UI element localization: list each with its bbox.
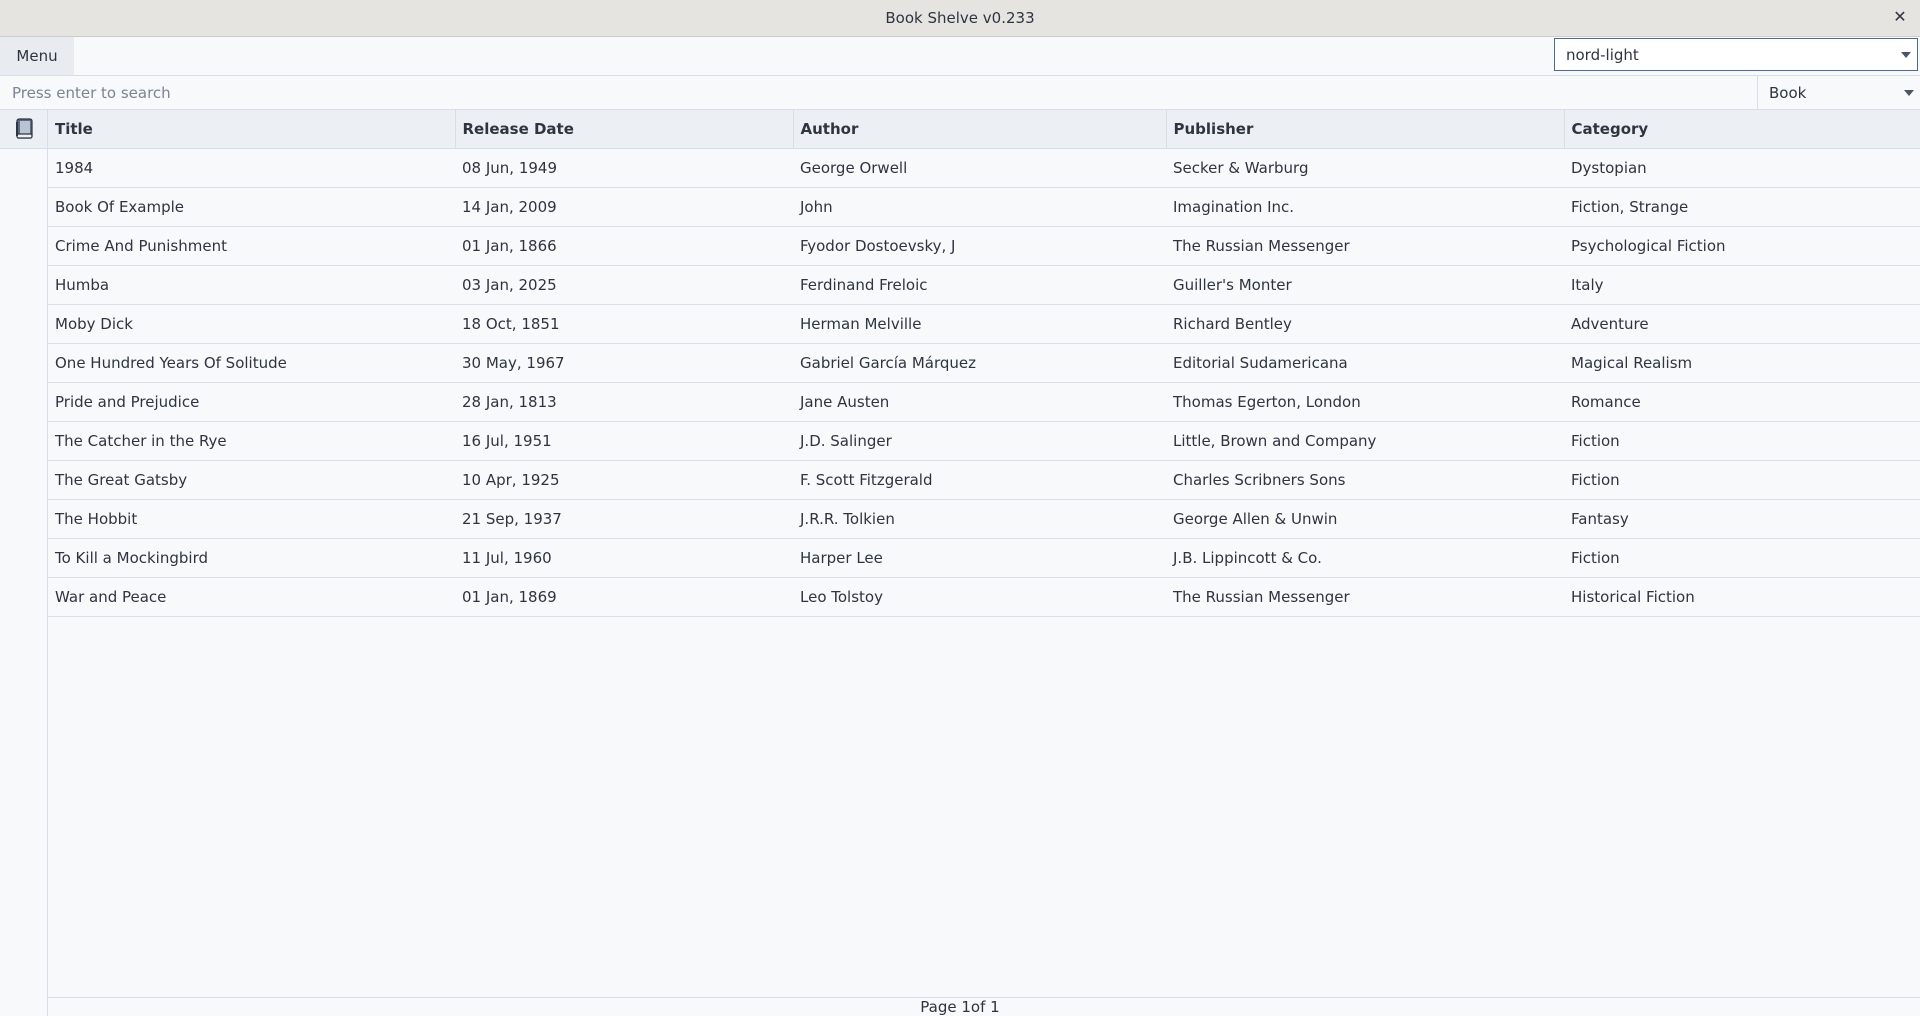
chevron-down-icon bbox=[1904, 89, 1914, 96]
title-bar: Book Shelve v0.233 ✕ bbox=[0, 0, 1920, 37]
menu-button[interactable]: Menu bbox=[0, 37, 74, 75]
cell-author: Gabriel García Márquez bbox=[793, 343, 1166, 383]
book-icon bbox=[15, 118, 33, 139]
books-table: Title Release Date Author Publisher Cate… bbox=[48, 110, 1920, 617]
table-row[interactable]: The Catcher in the Rye 16 Jul, 1951 J.D.… bbox=[48, 421, 1920, 461]
menu-bar: Menu nord-light bbox=[0, 37, 1920, 75]
column-header-category[interactable]: Category bbox=[1564, 110, 1920, 149]
cell-title: Pride and Prejudice bbox=[48, 382, 455, 422]
row-header-gutter bbox=[0, 110, 48, 1016]
table-row[interactable]: The Hobbit 21 Sep, 1937 J.R.R. Tolkien G… bbox=[48, 499, 1920, 539]
cell-category: Fiction, Strange bbox=[1564, 187, 1920, 227]
cell-category: Fiction bbox=[1564, 460, 1920, 500]
cell-release-date: 01 Jan, 1869 bbox=[455, 577, 793, 617]
cell-title: To Kill a Mockingbird bbox=[48, 538, 455, 578]
cell-author: Jane Austen bbox=[793, 382, 1166, 422]
cell-category: Romance bbox=[1564, 382, 1920, 422]
cell-publisher: The Russian Messenger bbox=[1166, 577, 1564, 617]
column-menu-button[interactable] bbox=[0, 110, 47, 149]
cell-title: One Hundred Years Of Solitude bbox=[48, 343, 455, 383]
cell-title: The Catcher in the Rye bbox=[48, 421, 455, 461]
cell-publisher: Little, Brown and Company bbox=[1166, 421, 1564, 461]
column-header-title[interactable]: Title bbox=[48, 110, 456, 149]
column-header-release-date[interactable]: Release Date bbox=[455, 110, 794, 149]
cell-author: J.R.R. Tolkien bbox=[793, 499, 1166, 539]
cell-author: Herman Melville bbox=[793, 304, 1166, 344]
table-row[interactable]: Crime And Punishment 01 Jan, 1866 Fyodor… bbox=[48, 226, 1920, 266]
cell-category: Fiction bbox=[1564, 538, 1920, 578]
cell-category: Italy bbox=[1564, 265, 1920, 305]
theme-select[interactable]: nord-light bbox=[1554, 38, 1918, 71]
cell-release-date: 21 Sep, 1937 bbox=[455, 499, 793, 539]
page-indicator: Page 1of 1 bbox=[920, 998, 1000, 1016]
table-row[interactable]: The Great Gatsby 10 Apr, 1925 F. Scott F… bbox=[48, 460, 1920, 500]
cell-release-date: 18 Oct, 1851 bbox=[455, 304, 793, 344]
cell-title: The Great Gatsby bbox=[48, 460, 455, 500]
cell-category: Magical Realism bbox=[1564, 343, 1920, 383]
cell-release-date: 11 Jul, 1960 bbox=[455, 538, 793, 578]
cell-category: Fiction bbox=[1564, 421, 1920, 461]
cell-publisher: Richard Bentley bbox=[1166, 304, 1564, 344]
cell-release-date: 14 Jan, 2009 bbox=[455, 187, 793, 227]
search-row: Book bbox=[0, 75, 1920, 110]
cell-category: Fantasy bbox=[1564, 499, 1920, 539]
cell-author: John bbox=[793, 187, 1166, 227]
cell-publisher: J.B. Lippincott & Co. bbox=[1166, 538, 1564, 578]
cell-publisher: Guiller's Monter bbox=[1166, 265, 1564, 305]
close-icon[interactable]: ✕ bbox=[1890, 7, 1910, 27]
books-table-area: Title Release Date Author Publisher Cate… bbox=[48, 110, 1920, 998]
cell-publisher: Editorial Sudamericana bbox=[1166, 343, 1564, 383]
table-row[interactable]: To Kill a Mockingbird 11 Jul, 1960 Harpe… bbox=[48, 538, 1920, 578]
cell-publisher: The Russian Messenger bbox=[1166, 226, 1564, 266]
cell-category: Dystopian bbox=[1564, 148, 1920, 188]
cell-publisher: Imagination Inc. bbox=[1166, 187, 1564, 227]
cell-title: War and Peace bbox=[48, 577, 455, 617]
cell-publisher: Thomas Egerton, London bbox=[1166, 382, 1564, 422]
cell-category: Psychological Fiction bbox=[1564, 226, 1920, 266]
table-row[interactable]: Humba 03 Jan, 2025 Ferdinand Freloic Gui… bbox=[48, 265, 1920, 305]
cell-title: The Hobbit bbox=[48, 499, 455, 539]
cell-release-date: 30 May, 1967 bbox=[455, 343, 793, 383]
cell-title: 1984 bbox=[48, 148, 455, 188]
cell-title: Moby Dick bbox=[48, 304, 455, 344]
cell-category: Adventure bbox=[1564, 304, 1920, 344]
cell-author: Fyodor Dostoevsky, J bbox=[793, 226, 1166, 266]
cell-category: Historical Fiction bbox=[1564, 577, 1920, 617]
cell-title: Crime And Punishment bbox=[48, 226, 455, 266]
cell-author: George Orwell bbox=[793, 148, 1166, 188]
cell-release-date: 16 Jul, 1951 bbox=[455, 421, 793, 461]
cell-author: Leo Tolstoy bbox=[793, 577, 1166, 617]
cell-title: Humba bbox=[48, 265, 455, 305]
cell-release-date: 10 Apr, 1925 bbox=[455, 460, 793, 500]
table-row[interactable]: Moby Dick 18 Oct, 1851 Herman Melville R… bbox=[48, 304, 1920, 344]
table-row[interactable]: Book Of Example 14 Jan, 2009 John Imagin… bbox=[48, 187, 1920, 227]
cell-publisher: George Allen & Unwin bbox=[1166, 499, 1564, 539]
search-type-value: Book bbox=[1769, 83, 1807, 102]
cell-author: Harper Lee bbox=[793, 538, 1166, 578]
theme-select-value: nord-light bbox=[1566, 45, 1639, 64]
column-header-publisher[interactable]: Publisher bbox=[1166, 110, 1565, 149]
cell-release-date: 08 Jun, 1949 bbox=[455, 148, 793, 188]
table-header-row: Title Release Date Author Publisher Cate… bbox=[48, 110, 1920, 149]
search-type-select[interactable]: Book bbox=[1759, 76, 1920, 109]
cell-publisher: Charles Scribners Sons bbox=[1166, 460, 1564, 500]
table-row[interactable]: Pride and Prejudice 28 Jan, 1813 Jane Au… bbox=[48, 382, 1920, 422]
cell-author: J.D. Salinger bbox=[793, 421, 1166, 461]
cell-title: Book Of Example bbox=[48, 187, 455, 227]
cell-release-date: 28 Jan, 1813 bbox=[455, 382, 793, 422]
cell-author: F. Scott Fitzgerald bbox=[793, 460, 1166, 500]
window-title: Book Shelve v0.233 bbox=[885, 9, 1035, 27]
cell-release-date: 03 Jan, 2025 bbox=[455, 265, 793, 305]
chevron-down-icon bbox=[1901, 51, 1911, 58]
column-header-author[interactable]: Author bbox=[793, 110, 1167, 149]
cell-author: Ferdinand Freloic bbox=[793, 265, 1166, 305]
table-row[interactable]: One Hundred Years Of Solitude 30 May, 19… bbox=[48, 343, 1920, 383]
table-row[interactable]: War and Peace 01 Jan, 1869 Leo Tolstoy T… bbox=[48, 577, 1920, 617]
table-row[interactable]: 1984 08 Jun, 1949 George Orwell Secker &… bbox=[48, 148, 1920, 188]
cell-publisher: Secker & Warburg bbox=[1166, 148, 1564, 188]
search-input[interactable] bbox=[0, 76, 1758, 109]
cell-release-date: 01 Jan, 1866 bbox=[455, 226, 793, 266]
